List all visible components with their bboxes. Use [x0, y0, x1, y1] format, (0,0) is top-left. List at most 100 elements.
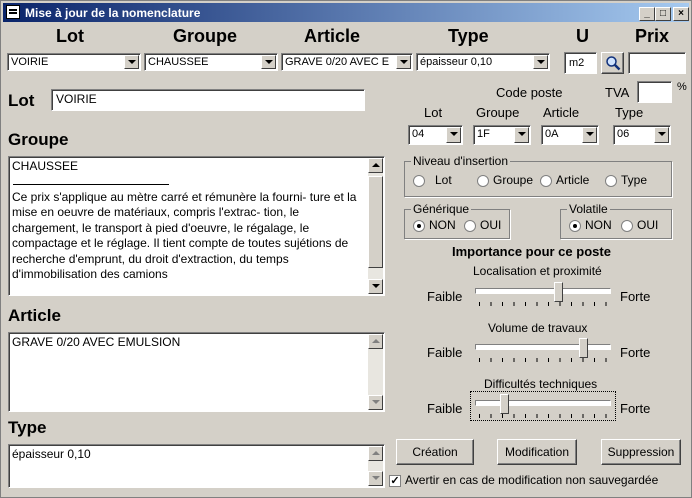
radio-generique-oui[interactable]: [464, 220, 476, 232]
code-lot-value: 04: [412, 128, 425, 140]
radio-niveau-groupe[interactable]: [477, 175, 489, 187]
tva-label: TVA: [605, 85, 630, 100]
article-description-memo[interactable]: GRAVE 0/20 AVEC EMULSION: [8, 332, 385, 412]
slider-thumb[interactable]: [554, 282, 563, 302]
lot-name-field[interactable]: VOIRIE: [51, 89, 365, 111]
volatile-label: Volatile: [567, 202, 610, 216]
slider-localisation-high: Forte: [620, 289, 651, 304]
percent-sign: %: [677, 81, 687, 93]
code-lot-combo[interactable]: 04: [408, 125, 463, 145]
app-icon: [6, 5, 20, 19]
scroll-down-icon[interactable]: [368, 471, 383, 486]
header-lot: Lot: [56, 26, 84, 46]
slider-thumb[interactable]: [500, 394, 509, 414]
chevron-down-icon[interactable]: [124, 55, 139, 69]
slider-ticks: [479, 302, 607, 306]
radio-niveau-lot-label: Lot: [435, 173, 452, 187]
radio-volatile-non-label: NON: [585, 218, 612, 232]
slider-volume[interactable]: [475, 338, 611, 362]
slider-thumb[interactable]: [579, 338, 588, 358]
slider-localisation[interactable]: [475, 282, 611, 306]
scroll-up-icon[interactable]: [368, 158, 383, 173]
window-title: Mise à jour de la nomenclature: [25, 6, 201, 20]
scroll-down-icon[interactable]: [368, 279, 383, 294]
type-combo[interactable]: épaisseur 0,10: [416, 53, 550, 71]
header-article: Article: [304, 26, 361, 46]
chevron-down-icon[interactable]: [533, 55, 548, 69]
slider-difficultes-low: Faible: [427, 401, 463, 416]
radio-niveau-groupe-label: Groupe: [493, 173, 534, 187]
groupe-section-label: Groupe: [8, 130, 69, 149]
scroll-up-icon[interactable]: [368, 446, 383, 461]
groupe-memo-scrollbar[interactable]: [368, 158, 383, 294]
creation-button[interactable]: Création: [396, 439, 474, 465]
type-combo-value: épaisseur 0,10: [420, 56, 493, 68]
article-combo[interactable]: GRAVE 0/20 AVEC E: [281, 53, 413, 71]
header-u: U: [576, 26, 589, 46]
slider-localisation-label: Localisation et proximité: [473, 264, 602, 278]
lot-combo[interactable]: VOIRIE: [7, 53, 141, 71]
search-button[interactable]: [601, 52, 624, 74]
scroll-thumb[interactable]: [368, 176, 383, 268]
code-type-value: 06: [617, 128, 630, 140]
type-memo-scrollbar[interactable]: [368, 446, 383, 486]
chevron-down-icon[interactable]: [446, 127, 461, 143]
radio-volatile-non[interactable]: [569, 220, 581, 232]
radio-generique-non[interactable]: [413, 220, 425, 232]
chevron-down-icon[interactable]: [261, 55, 276, 69]
maximize-button[interactable]: □: [655, 7, 671, 21]
radio-generique-oui-label: OUI: [480, 218, 502, 232]
prix-field[interactable]: [628, 52, 686, 74]
scroll-down-icon[interactable]: [368, 395, 383, 410]
title-bar: Mise à jour de la nomenclature _ □ ×: [3, 3, 689, 22]
article-combo-value: GRAVE 0/20 AVEC E: [285, 56, 390, 68]
slider-localisation-low: Faible: [427, 289, 463, 304]
header-prix: Prix: [635, 26, 670, 46]
radio-generique-non-label: NON: [429, 218, 456, 232]
radio-niveau-article-label: Article: [556, 173, 590, 187]
code-type-combo[interactable]: 06: [613, 125, 671, 145]
suppression-button[interactable]: Suppression: [601, 439, 681, 465]
slider-difficultes-label: Difficultés techniques: [484, 377, 598, 391]
modification-button[interactable]: Modification: [497, 439, 577, 465]
slider-volume-label: Volume de travaux: [488, 321, 588, 335]
article-memo-scrollbar[interactable]: [368, 334, 383, 410]
code-article-label: Article: [543, 105, 580, 120]
groupe-memo-title: CHAUSSEE: [12, 159, 79, 173]
chevron-down-icon[interactable]: [582, 127, 597, 143]
lot-section-label: Lot: [8, 91, 35, 110]
slider-difficultes[interactable]: [475, 394, 611, 418]
search-icon: [606, 56, 621, 71]
unit-field[interactable]: m2: [564, 52, 597, 74]
slider-volume-low: Faible: [427, 345, 463, 360]
groupe-combo-value: CHAUSSEE: [148, 56, 209, 68]
code-groupe-combo[interactable]: 1F: [473, 125, 531, 145]
radio-niveau-lot[interactable]: [413, 175, 425, 187]
warn-checkbox[interactable]: ✓: [389, 475, 401, 487]
radio-niveau-type[interactable]: [605, 175, 617, 187]
scroll-up-icon[interactable]: [368, 334, 383, 349]
radio-niveau-article[interactable]: [540, 175, 552, 187]
header-groupe: Groupe: [173, 26, 238, 46]
code-poste-label: Code poste: [496, 85, 563, 100]
groupe-combo[interactable]: CHAUSSEE: [144, 53, 278, 71]
type-description-memo[interactable]: épaisseur 0,10: [8, 444, 385, 488]
divider: [13, 184, 169, 185]
tva-field[interactable]: [637, 81, 672, 103]
niveau-insertion-group: Niveau d'insertion Lot Groupe Article Ty…: [404, 154, 672, 197]
code-lot-label: Lot: [424, 105, 443, 120]
groupe-memo-text: Ce prix s'applique au mètre carré et rém…: [12, 189, 357, 282]
minimize-button[interactable]: _: [639, 7, 655, 21]
generique-label: Générique: [411, 202, 472, 216]
groupe-description-memo[interactable]: CHAUSSEE Ce prix s'applique au mètre car…: [8, 156, 385, 296]
close-button[interactable]: ×: [673, 7, 689, 21]
chevron-down-icon[interactable]: [396, 55, 411, 69]
radio-volatile-oui[interactable]: [621, 220, 633, 232]
chevron-down-icon[interactable]: [514, 127, 529, 143]
article-section-label: Article: [8, 306, 61, 325]
code-article-value: 0A: [545, 128, 559, 140]
slider-track: [475, 344, 611, 350]
importance-title: Importance pour ce poste: [452, 244, 611, 259]
chevron-down-icon[interactable]: [654, 127, 669, 143]
code-article-combo[interactable]: 0A: [541, 125, 599, 145]
